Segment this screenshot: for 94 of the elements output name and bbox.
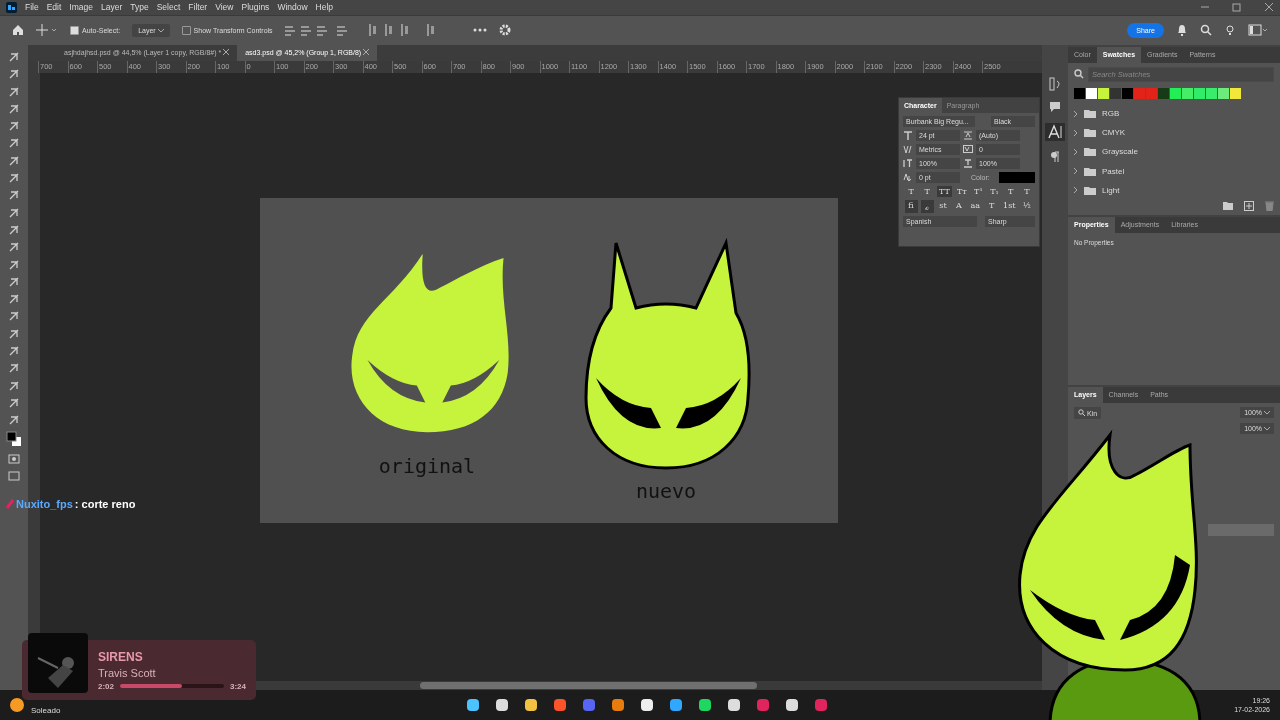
weather-text[interactable]: Soleado bbox=[31, 705, 61, 715]
text-color-swatch[interactable] bbox=[999, 172, 1035, 183]
color-swatch[interactable] bbox=[1134, 87, 1145, 99]
menu-item[interactable]: Window bbox=[277, 2, 308, 13]
opentype-button[interactable]: 1st bbox=[1001, 200, 1018, 213]
menu-item[interactable]: View bbox=[215, 2, 234, 13]
tracking-icon bbox=[963, 145, 973, 154]
color-swatch[interactable] bbox=[1098, 87, 1109, 99]
type-style-button[interactable]: T bbox=[1020, 186, 1034, 197]
opentype-button[interactable]: aa bbox=[968, 200, 983, 213]
quick-mask-icon[interactable] bbox=[8, 452, 20, 465]
paragraph-icon[interactable] bbox=[1050, 150, 1060, 163]
home-icon[interactable] bbox=[12, 24, 24, 37]
font-size-icon bbox=[903, 131, 913, 140]
menu-item[interactable]: Type bbox=[130, 2, 149, 13]
opentype-button[interactable]: T bbox=[985, 200, 999, 213]
badge-icon bbox=[6, 499, 14, 509]
start-button[interactable] bbox=[465, 697, 482, 713]
opentype-button[interactable]: fi bbox=[904, 200, 918, 213]
handwritten-label: nuevo bbox=[635, 478, 697, 503]
type-style-button[interactable]: T bbox=[1004, 186, 1018, 197]
color-swatch[interactable] bbox=[1074, 87, 1085, 99]
chat-username: Nuxito_fps bbox=[16, 498, 73, 510]
comment-icon[interactable] bbox=[1049, 100, 1061, 113]
artist-name: Travis Scott bbox=[98, 666, 157, 679]
type-style-button[interactable]: T¹ bbox=[971, 186, 985, 197]
kerning-icon bbox=[903, 145, 913, 154]
type-style-button[interactable]: T bbox=[904, 186, 918, 197]
type-style-button[interactable]: TT bbox=[936, 186, 952, 197]
elapsed-time: 2:02 bbox=[98, 681, 114, 691]
bell-icon[interactable] bbox=[1176, 24, 1188, 37]
baseline-shift-icon bbox=[903, 173, 913, 182]
new-group-icon[interactable] bbox=[1223, 200, 1233, 210]
caret-icon bbox=[1264, 411, 1270, 416]
song-title: SIRENS bbox=[98, 649, 144, 664]
color-swatch[interactable] bbox=[1218, 87, 1229, 99]
color-swatch[interactable] bbox=[1110, 87, 1121, 99]
menu-item[interactable]: Layer bbox=[101, 2, 123, 13]
close-icon[interactable] bbox=[223, 48, 230, 55]
color-swatch[interactable] bbox=[1230, 87, 1241, 99]
settings-icon[interactable] bbox=[498, 24, 511, 37]
close-icon[interactable] bbox=[1264, 2, 1274, 13]
opentype-button[interactable]: ℴ bbox=[920, 200, 934, 213]
workspace-icon[interactable] bbox=[1248, 24, 1268, 37]
horizontal-scale-icon bbox=[963, 159, 973, 168]
swatch-folder[interactable]: Pastel bbox=[1074, 162, 1274, 180]
close-icon[interactable] bbox=[363, 48, 370, 55]
lightbulb-icon[interactable] bbox=[1224, 24, 1236, 37]
character-panel-icon[interactable] bbox=[1045, 122, 1065, 141]
new-swatch-icon[interactable] bbox=[1244, 200, 1254, 211]
chevron-icon[interactable] bbox=[1074, 187, 1078, 194]
menu-item[interactable]: Plugins bbox=[241, 2, 270, 13]
color-swatches-icon[interactable] bbox=[6, 431, 22, 448]
history-icon[interactable] bbox=[1049, 76, 1061, 91]
chevron-icon[interactable] bbox=[1074, 129, 1078, 136]
menu-item[interactable]: Select bbox=[156, 2, 181, 13]
color-swatch[interactable] bbox=[1170, 87, 1181, 99]
color-swatch[interactable] bbox=[1206, 87, 1217, 99]
app-logo-icon bbox=[6, 2, 17, 13]
type-style-button[interactable]: T₁ bbox=[988, 186, 1002, 197]
handwritten-label: original bbox=[378, 453, 476, 478]
color-swatch[interactable] bbox=[1158, 87, 1169, 99]
leading-icon bbox=[963, 131, 973, 140]
type-style-button[interactable]: T bbox=[920, 186, 934, 197]
type-style-button[interactable]: Tт bbox=[954, 186, 969, 197]
restore-icon[interactable] bbox=[1232, 2, 1242, 13]
opentype-button[interactable]: ½ bbox=[1020, 200, 1034, 213]
color-swatch[interactable] bbox=[1122, 87, 1133, 99]
chevron-icon[interactable] bbox=[1074, 148, 1078, 155]
chat-message: : corte reno bbox=[74, 498, 136, 510]
total-time: 3:24 bbox=[230, 681, 246, 691]
vertical-scale-icon bbox=[903, 159, 913, 168]
weather-icon[interactable] bbox=[10, 698, 24, 712]
menu-item[interactable]: Image bbox=[69, 2, 93, 13]
swatch-folder[interactable]: CMYK bbox=[1074, 124, 1274, 142]
color-swatch[interactable] bbox=[1182, 87, 1193, 99]
opentype-button[interactable]: st bbox=[936, 200, 950, 213]
menu-item[interactable]: Edit bbox=[46, 2, 62, 13]
color-swatch[interactable] bbox=[1086, 87, 1097, 99]
caret-icon bbox=[157, 28, 164, 33]
caret-icon bbox=[1264, 426, 1270, 431]
swatch-folder[interactable]: RGB bbox=[1074, 104, 1274, 123]
color-swatch[interactable] bbox=[1146, 87, 1157, 99]
menu-item[interactable]: File bbox=[25, 2, 39, 13]
opentype-button[interactable]: A bbox=[952, 200, 966, 213]
menu-item[interactable]: Filter bbox=[188, 2, 208, 13]
color-swatch[interactable] bbox=[1194, 87, 1205, 99]
swatch-folder[interactable]: Light bbox=[1074, 181, 1274, 199]
menu-item[interactable]: Help bbox=[315, 2, 334, 13]
chevron-icon[interactable] bbox=[1074, 168, 1078, 175]
screen-mode-icon[interactable] bbox=[8, 470, 20, 483]
chevron-icon[interactable] bbox=[1074, 110, 1078, 117]
swatch-folder[interactable]: Grayscale bbox=[1074, 143, 1274, 161]
scrollbar-thumb[interactable] bbox=[420, 682, 757, 690]
